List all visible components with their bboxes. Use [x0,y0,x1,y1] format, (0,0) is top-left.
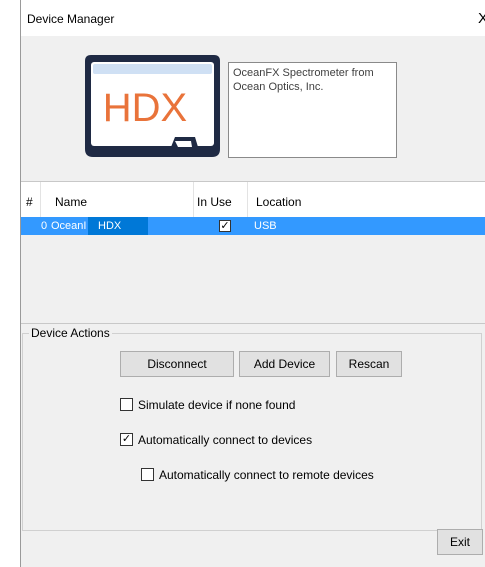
row-name: OceanI [51,220,87,232]
header-location[interactable]: Location [256,195,301,209]
device-actions-label: Device Actions [29,326,112,340]
column-separator [193,182,194,217]
checkmark-icon: ✓ [121,433,132,445]
simulate-label[interactable]: Simulate device if none found [138,398,295,412]
title-bar: Device Manager X [21,0,485,36]
device-manager-window: Device Manager X HDX OceanFX Spectromete… [20,0,485,567]
add-device-button[interactable]: Add Device [239,351,330,377]
row-tag-box: HDX [88,217,148,235]
row-index: 0 [41,220,48,232]
header-index[interactable]: # [26,195,33,209]
table-header: # Name In Use Location [21,182,485,217]
device-actions-group: Device Actions Disconnect Add Device Res… [22,326,482,531]
device-table[interactable]: # Name In Use Location 0 OceanI HDX ✓ US… [21,181,485,324]
header-name[interactable]: Name [55,195,87,209]
row-location: USB [254,220,277,232]
hdx-logo-icon: HDX [79,53,226,161]
rescan-button[interactable]: Rescan [336,351,402,377]
logo-text: HDX [103,86,187,130]
auto-connect-remote-label[interactable]: Automatically connect to remote devices [159,468,374,482]
auto-connect-remote-checkbox[interactable] [141,468,154,481]
in-use-checkbox[interactable]: ✓ [219,220,231,232]
row-tag: HDX [98,220,122,232]
column-separator [40,182,41,217]
table-row[interactable]: 0 OceanI HDX ✓ USB [21,217,485,235]
exit-button[interactable]: Exit [437,529,483,555]
auto-connect-label[interactable]: Automatically connect to devices [138,433,312,447]
header-in-use[interactable]: In Use [197,195,232,209]
window-title: Device Manager [27,12,115,26]
simulate-checkbox[interactable] [120,398,133,411]
close-icon[interactable]: X [478,11,485,26]
disconnect-button[interactable]: Disconnect [120,351,234,377]
checkmark-icon: ✓ [220,220,230,232]
column-separator [247,182,248,217]
auto-connect-checkbox[interactable]: ✓ [120,433,133,446]
device-description: OceanFX Spectrometer from Ocean Optics, … [228,62,397,158]
